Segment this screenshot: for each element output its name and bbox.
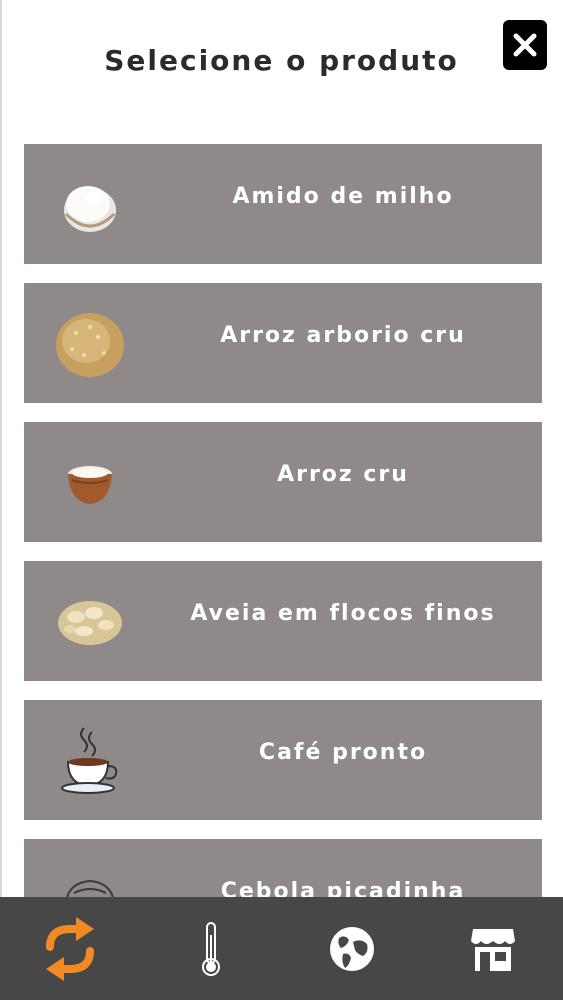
swap-arrows-icon	[46, 916, 95, 981]
cornstarch-bowl-icon	[64, 186, 116, 232]
rice-bowl-icon	[68, 466, 112, 504]
close-button[interactable]	[503, 20, 547, 70]
oat-flakes-icon	[58, 601, 122, 645]
product-label: Arroz arborio cru	[220, 323, 466, 348]
left-border	[0, 0, 2, 1000]
product-list: Amido de milho Arroz arborio cru Arroz c…	[24, 144, 542, 978]
product-label: Café pronto	[258, 740, 428, 765]
tab-store[interactable]	[422, 897, 563, 1000]
thermometer-icon	[202, 921, 221, 976]
tab-temperature[interactable]	[141, 897, 282, 1000]
store-icon	[470, 928, 515, 971]
product-item-arroz-arborio-cru[interactable]: Arroz arborio cru	[24, 283, 542, 403]
tab-globe[interactable]	[282, 897, 423, 1000]
product-item-amido-de-milho[interactable]: Amido de milho	[24, 144, 542, 264]
product-item-arroz-cru[interactable]: Arroz cru	[24, 422, 542, 542]
coffee-cup-icon	[61, 727, 118, 794]
product-label: Amido de milho	[232, 184, 454, 209]
product-item-cafe-pronto[interactable]: Café pronto	[24, 700, 542, 820]
product-item-aveia-em-flocos-finos[interactable]: Aveia em flocos finos	[24, 561, 542, 681]
tab-convert[interactable]	[0, 897, 141, 1000]
globe-icon	[329, 926, 374, 971]
bottom-tab-bar	[0, 897, 563, 1000]
close-icon	[513, 33, 537, 57]
arborio-rice-pile-icon	[56, 313, 124, 377]
product-label: Arroz cru	[277, 462, 409, 487]
header: Selecione o produto	[0, 0, 563, 120]
product-label: Aveia em flocos finos	[190, 601, 496, 626]
page-title: Selecione o produto	[104, 44, 459, 77]
